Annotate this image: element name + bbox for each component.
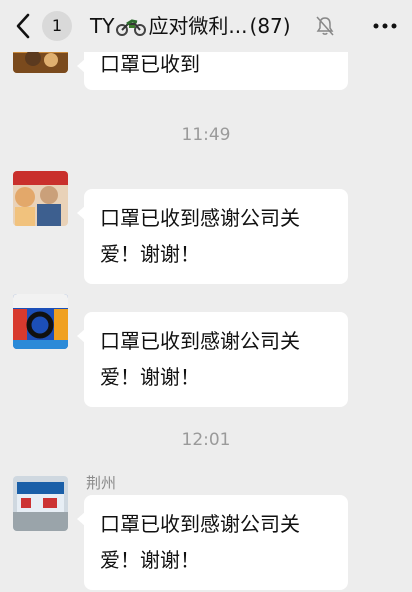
title-suffix: 应对微利...: [148, 14, 248, 38]
back-chevron-icon[interactable]: [14, 13, 32, 39]
chat-header: 1 TY 应对微利... (87): [0, 0, 412, 52]
avatar-image: [13, 476, 68, 531]
chat-title[interactable]: TY 应对微利... (87): [90, 12, 291, 40]
avatar-image: [13, 294, 68, 349]
avatar-image: [13, 171, 68, 226]
message-text: 口罩已收到感谢公司关爱！谢谢！: [100, 329, 300, 389]
timestamp: 11:49: [181, 125, 231, 145]
more-options-icon[interactable]: [372, 18, 398, 34]
avatar[interactable]: [13, 171, 68, 226]
avatar[interactable]: [13, 294, 68, 349]
message-text: 口罩已收到感谢公司关爱！谢谢！: [100, 206, 300, 266]
title-prefix: TY: [90, 14, 115, 38]
message-text: 口罩已收到感谢公司关爱！谢谢！: [100, 512, 300, 572]
member-count: (87): [249, 14, 291, 38]
avatar[interactable]: [13, 476, 68, 531]
sender-name: 荆州: [86, 474, 117, 492]
message-bubble[interactable]: 口罩已收到感谢公司关爱！谢谢！: [77, 495, 348, 590]
motorcycle-icon: [116, 19, 147, 36]
message-text: 口罩已收到: [100, 52, 200, 76]
timestamp: 12:01: [181, 430, 231, 450]
mute-bell-icon: [316, 16, 334, 36]
unread-count-badge[interactable]: 1: [42, 11, 72, 41]
message-bubble[interactable]: 口罩已收到感谢公司关爱！谢谢！: [77, 189, 348, 284]
message-bubble[interactable]: 口罩已收到感谢公司关爱！谢谢！: [77, 312, 348, 407]
